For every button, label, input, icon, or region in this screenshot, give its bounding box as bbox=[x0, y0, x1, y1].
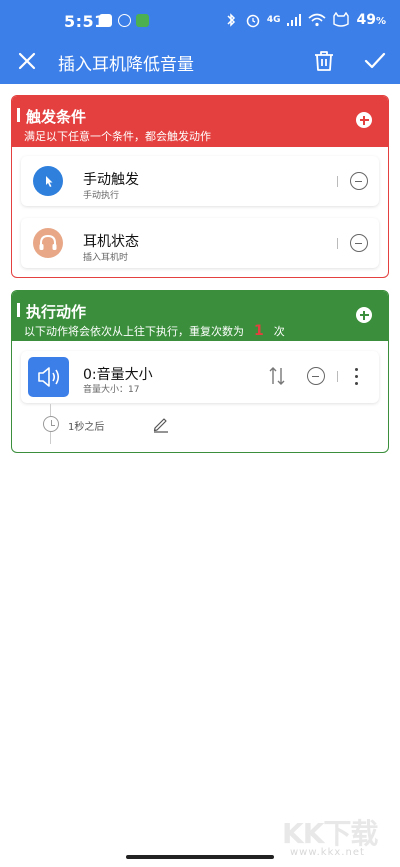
divider bbox=[337, 371, 338, 382]
app-bar: 插入耳机降低音量 bbox=[0, 42, 400, 84]
add-trigger-icon[interactable] bbox=[356, 112, 372, 128]
speaker-icon bbox=[28, 357, 69, 397]
edit-icon[interactable] bbox=[152, 415, 170, 433]
watermark-url: www.kkx.net bbox=[290, 847, 365, 858]
network-type: 4G bbox=[266, 14, 281, 25]
trigger-item-manual[interactable]: 手动触发 手动执行 bbox=[21, 156, 379, 206]
wifi-icon bbox=[308, 13, 327, 27]
action-panel-title: 执行动作 bbox=[26, 303, 87, 321]
action-panel-subtitle: 以下动作将会依次从上往下执行，重复次数为 1 次 bbox=[24, 323, 285, 339]
trigger-item-subtitle: 插入耳机时 bbox=[83, 253, 129, 263]
home-indicator[interactable] bbox=[126, 855, 274, 859]
trash-icon[interactable] bbox=[312, 48, 336, 74]
notification-app-icon bbox=[136, 14, 149, 27]
header-accent-bar bbox=[17, 303, 20, 317]
timeline-line bbox=[50, 404, 51, 416]
action-item-subtitle: 音量大小：17 bbox=[83, 385, 140, 395]
reorder-icon[interactable] bbox=[268, 365, 286, 387]
remove-trigger-icon[interactable] bbox=[350, 172, 368, 190]
alarm-icon bbox=[246, 14, 260, 28]
close-icon[interactable] bbox=[14, 48, 40, 74]
trigger-panel-header: 触发条件 满足以下任意一个条件，都会触发动作 bbox=[12, 96, 388, 147]
add-action-icon[interactable] bbox=[356, 307, 372, 323]
watermark-logo: KK下载 bbox=[282, 817, 378, 850]
action-item[interactable]: 0:音量大小 音量大小：17 bbox=[21, 351, 379, 403]
trigger-item-subtitle: 手动执行 bbox=[83, 191, 120, 201]
action-panel-header: 执行动作 以下动作将会依次从上往下执行，重复次数为 1 次 bbox=[12, 291, 388, 341]
signal-icon bbox=[287, 14, 302, 26]
trigger-item-title: 手动触发 bbox=[83, 172, 139, 188]
trigger-panel-subtitle: 满足以下任意一个条件，都会触发动作 bbox=[24, 130, 211, 143]
bluetooth-icon bbox=[227, 13, 235, 27]
remove-action-icon[interactable] bbox=[307, 367, 325, 385]
divider bbox=[337, 176, 338, 187]
headphones-icon bbox=[33, 228, 63, 258]
notification-x-icon bbox=[99, 14, 112, 27]
page-title: 插入耳机降低音量 bbox=[58, 55, 194, 75]
remove-trigger-icon[interactable] bbox=[350, 234, 368, 252]
check-icon[interactable] bbox=[362, 48, 388, 74]
trigger-panel-title: 触发条件 bbox=[26, 108, 87, 126]
battery-level: 49% bbox=[356, 12, 386, 28]
trigger-item-title: 耳机状态 bbox=[83, 234, 139, 250]
divider bbox=[337, 238, 338, 249]
timeline-line bbox=[50, 432, 51, 444]
action-panel: 执行动作 以下动作将会依次从上往下执行，重复次数为 1 次 0:音量大小 音量大小：… bbox=[11, 290, 389, 453]
clock-icon bbox=[43, 416, 59, 432]
more-options-icon[interactable] bbox=[355, 368, 359, 386]
repeat-count[interactable]: 1 bbox=[254, 323, 264, 339]
touch-icon bbox=[33, 166, 63, 196]
action-item-title: 0:音量大小 bbox=[83, 367, 153, 383]
watermark: KK下载 www.kkx.net bbox=[282, 812, 382, 860]
action-delay: 1秒之后 bbox=[68, 422, 105, 433]
trigger-item-headphones[interactable]: 耳机状态 插入耳机时 bbox=[21, 218, 379, 268]
notification-shield-icon bbox=[118, 14, 131, 27]
battery-cat-icon bbox=[333, 12, 350, 27]
header-accent-bar bbox=[17, 108, 20, 122]
status-bar: 5:51 4G 49% bbox=[0, 0, 400, 42]
trigger-panel: 触发条件 满足以下任意一个条件，都会触发动作 手动触发 手动执行 耳机状态 插入… bbox=[11, 95, 389, 278]
